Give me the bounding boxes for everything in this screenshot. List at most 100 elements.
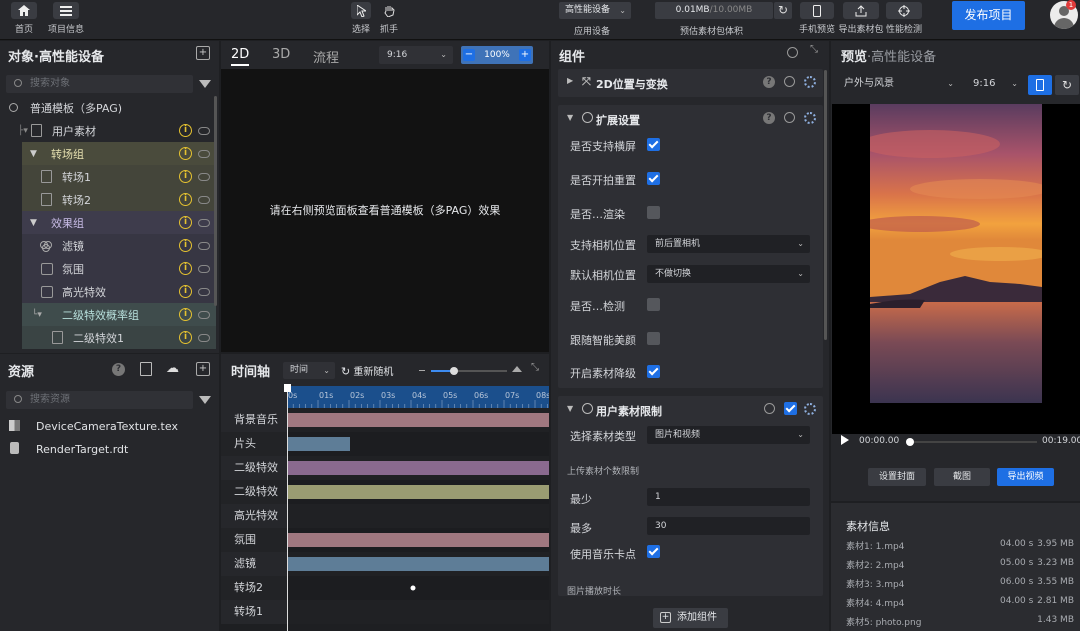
- tree-item-transition-group[interactable]: ▼ 转场组 i: [22, 142, 216, 165]
- publish-button[interactable]: 发布项目: [952, 1, 1025, 30]
- gear-icon[interactable]: [804, 112, 816, 124]
- add-object-icon[interactable]: +: [196, 46, 210, 60]
- tree-item-root[interactable]: 普通模板（多PAG): [0, 96, 216, 119]
- preview-progress-bar[interactable]: [906, 438, 1037, 446]
- edit-icon[interactable]: [787, 47, 798, 58]
- transform-group-header[interactable]: ▶ ⤧ 2D位置与变换 ?: [558, 69, 823, 95]
- preview-ratio-select[interactable]: 9:16 ⌄: [967, 75, 1022, 93]
- tree-item-transition-2[interactable]: 转场2 i: [22, 188, 216, 211]
- tab-flow[interactable]: 流程: [313, 47, 339, 66]
- min-count-input[interactable]: 1: [647, 488, 810, 506]
- tab-2d[interactable]: 2D: [231, 47, 250, 66]
- rotate-icon[interactable]: ↻: [1055, 75, 1079, 95]
- music-beat-checkbox[interactable]: [647, 545, 660, 558]
- eye-icon[interactable]: [198, 126, 210, 135]
- tree-item-filter[interactable]: 滤镜 i: [22, 234, 216, 257]
- edit-icon[interactable]: [784, 76, 795, 87]
- new-file-icon[interactable]: [140, 362, 152, 376]
- select-tool-button[interactable]: 选择: [350, 2, 372, 36]
- track-clip[interactable]: [288, 485, 549, 499]
- tree-item-secondary-effect-group[interactable]: └▾ 二级特效概率组 i: [22, 303, 216, 326]
- home-button[interactable]: 首页: [8, 2, 40, 36]
- eye-icon[interactable]: [198, 172, 210, 181]
- extend-row-checkbox[interactable]: [647, 206, 660, 219]
- zoom-in-button[interactable]: +: [519, 49, 531, 61]
- track-clip[interactable]: [288, 413, 549, 427]
- extend-row-checkbox[interactable]: [647, 172, 660, 185]
- timeline-ruler[interactable]: 0s 01s 02s 03s 04s 05s 06s 07s 08s: [286, 386, 561, 408]
- track-label[interactable]: 氛围: [221, 528, 287, 552]
- screenshot-button[interactable]: 截图: [934, 468, 990, 486]
- material-type-select[interactable]: 图片和视频 ⌄: [647, 426, 810, 444]
- zoom-out-icon[interactable]: [419, 370, 425, 371]
- reset-random-button[interactable]: ↻ 重新随机: [341, 363, 393, 378]
- track-clip[interactable]: [288, 461, 549, 475]
- mobile-preview-button[interactable]: 手机预览: [799, 2, 835, 36]
- extend-row-checkbox[interactable]: [647, 365, 660, 378]
- export-video-button[interactable]: 导出视频: [997, 468, 1054, 486]
- eye-icon[interactable]: [198, 218, 210, 227]
- edit-icon[interactable]: [784, 112, 795, 123]
- track-label[interactable]: 滤镜: [221, 552, 287, 576]
- resource-item-render-target[interactable]: RenderTarget.rdt: [0, 439, 216, 461]
- track-label[interactable]: 高光特效: [221, 504, 287, 528]
- portrait-toggle[interactable]: [1028, 75, 1052, 95]
- progress-handle[interactable]: [906, 438, 914, 446]
- scrollbar[interactable]: [824, 70, 827, 340]
- gear-icon[interactable]: [804, 403, 816, 415]
- info-icon[interactable]: i: [179, 124, 192, 137]
- eye-icon[interactable]: [198, 264, 210, 273]
- info-icon[interactable]: i: [179, 285, 192, 298]
- info-icon[interactable]: i: [179, 308, 192, 321]
- info-icon[interactable]: i: [179, 331, 192, 344]
- collapse-panel-icon[interactable]: ⤡: [531, 362, 539, 373]
- resource-item-texture[interactable]: DeviceCameraTexture.tex: [0, 416, 216, 438]
- preview-viewport[interactable]: [832, 104, 1080, 434]
- info-icon[interactable]: i: [179, 262, 192, 275]
- info-icon[interactable]: i: [179, 239, 192, 252]
- help-icon[interactable]: ?: [112, 363, 125, 376]
- playhead[interactable]: [287, 384, 288, 631]
- device-select[interactable]: 高性能设备 ⌄: [559, 2, 631, 19]
- tree-item-user-material[interactable]: ├▾ 用户素材 i: [0, 119, 216, 142]
- ratio-select[interactable]: 9:16 ⌄: [379, 46, 453, 64]
- playhead-handle[interactable]: [284, 384, 291, 392]
- eye-icon[interactable]: [198, 310, 210, 319]
- eye-icon[interactable]: [198, 241, 210, 250]
- info-icon[interactable]: i: [179, 147, 192, 160]
- track-label[interactable]: 二级特效: [221, 456, 287, 480]
- refresh-icon[interactable]: ↻: [774, 2, 792, 19]
- export-package-button[interactable]: 导出素材包: [839, 2, 884, 36]
- project-info-button[interactable]: 项目信息: [48, 2, 84, 36]
- resource-search-input[interactable]: 搜索资源: [6, 391, 193, 409]
- timeline-zoom-slider[interactable]: [431, 367, 507, 375]
- track-bars[interactable]: [287, 408, 549, 631]
- hand-tool-button[interactable]: 抓手: [378, 2, 400, 36]
- extend-row-checkbox[interactable]: [647, 138, 660, 151]
- filter-icon[interactable]: [199, 80, 211, 88]
- filter-icon[interactable]: [199, 396, 211, 404]
- info-icon[interactable]: i: [179, 216, 192, 229]
- help-icon[interactable]: ?: [763, 112, 775, 124]
- extend-row-checkbox[interactable]: [647, 298, 660, 311]
- add-resource-icon[interactable]: +: [196, 362, 210, 376]
- extend-group-header[interactable]: ▼ 扩展设置 ?: [558, 105, 823, 131]
- extend-row-select[interactable]: 不做切换 ⌄: [647, 265, 810, 283]
- track-clip[interactable]: [288, 437, 350, 451]
- track-label[interactable]: 背景音乐: [221, 408, 287, 432]
- object-search-input[interactable]: 搜索对象: [6, 75, 193, 93]
- user-limit-group-header[interactable]: ▼ 用户素材限制: [558, 396, 823, 422]
- tree-item-secondary-effect-1[interactable]: 二级特效1 i: [22, 326, 216, 349]
- time-mode-select[interactable]: 时间 ⌄: [283, 362, 335, 379]
- track-label[interactable]: 转场2: [221, 576, 287, 600]
- eye-icon[interactable]: [198, 195, 210, 204]
- user-limit-enabled-checkbox[interactable]: [784, 402, 797, 415]
- info-icon[interactable]: i: [179, 193, 192, 206]
- extend-row-checkbox[interactable]: [647, 332, 660, 345]
- track-clip[interactable]: [287, 557, 549, 571]
- set-cover-button[interactable]: 设置封面: [868, 468, 926, 486]
- scene-select[interactable]: 户外与风景 ⌄: [838, 75, 958, 93]
- gear-icon[interactable]: [804, 76, 816, 88]
- eye-icon[interactable]: [198, 333, 210, 342]
- track-label[interactable]: 片头: [221, 432, 287, 456]
